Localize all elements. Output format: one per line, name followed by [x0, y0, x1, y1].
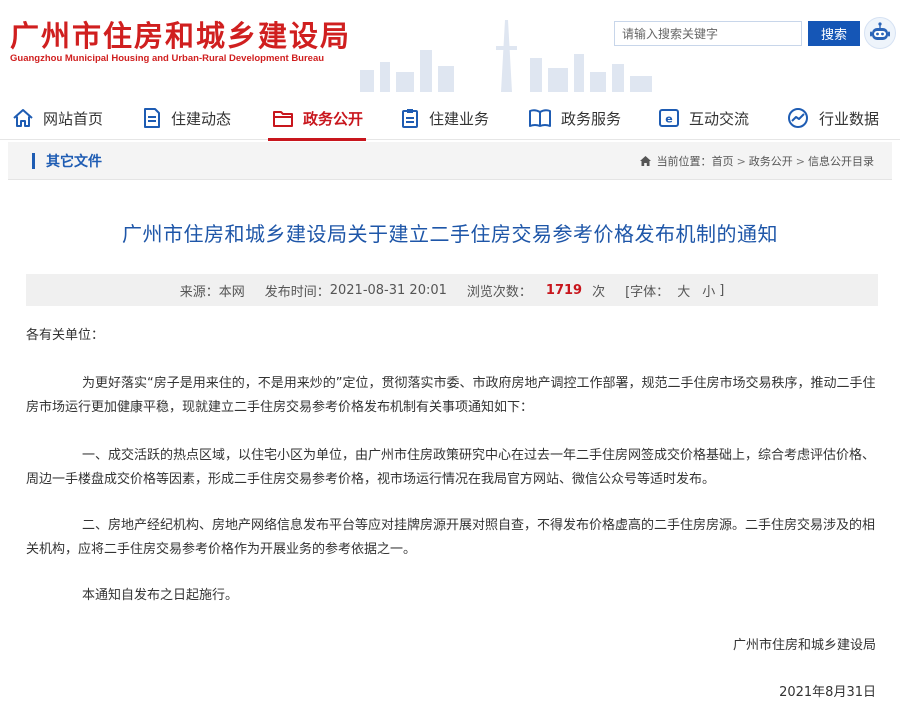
nav-item-label: 政务公开 — [303, 109, 364, 128]
font-size-bracket-close: ] — [719, 282, 725, 298]
meta-source-label: 来源： — [179, 284, 219, 300]
document-icon — [144, 108, 160, 128]
site-logo-title[interactable]: 广州市住房和城乡建设局 — [10, 13, 351, 55]
nav-item-services[interactable]: 政务服务 — [528, 96, 621, 140]
breadcrumb: 当前位置： 首页 > 政务公开 > 信息公开目录 — [639, 153, 874, 169]
breadcrumb-home-icon — [639, 156, 651, 166]
column-title-marker — [32, 153, 35, 169]
article-title: 广州市住房和城乡建设局关于建立二手住房交易参考价格发布机制的通知 — [122, 222, 778, 246]
nav-item-label: 政务服务 — [561, 109, 622, 128]
meta-views-unit: 次 — [592, 284, 606, 300]
folder-icon — [273, 111, 293, 127]
breadcrumb-link-info-catalog[interactable]: 信息公开目录 — [808, 153, 874, 169]
home-icon — [13, 109, 33, 127]
meta-source: 本网 — [218, 284, 245, 300]
article-date: 2021年8月31日 — [779, 685, 876, 700]
nav-item-interaction[interactable]: e 互动交流 — [658, 96, 749, 140]
meta-time-label: 发布时间： — [264, 284, 330, 300]
nav-item-label: 互动交流 — [689, 109, 750, 128]
article-paragraph: 一、成交活跃的热点区域，以住宅小区为单位，由广州市住房政策研究中心在过去一年二手… — [26, 448, 876, 487]
article-paragraph: 本通知自发布之日起施行。 — [82, 588, 239, 603]
article-salutation: 各有关单位： — [26, 328, 105, 343]
breadcrumb-prefix: 当前位置： — [656, 155, 712, 168]
main-nav: 网站首页 住建动态 政务公开 住建业务 政务服务 e 互动交流 行业数据 — [0, 96, 900, 141]
robot-assistant-icon[interactable] — [864, 17, 896, 49]
article-signature: 广州市住房和城乡建设局 — [732, 638, 876, 653]
site-logo-subtitle: Guangzhou Municipal Housing and Urban-Ru… — [10, 53, 325, 64]
nav-item-business[interactable]: 住建业务 — [400, 96, 489, 140]
chart-icon — [788, 108, 808, 128]
breadcrumb-link-government-affairs[interactable]: 政务公开 — [749, 153, 793, 169]
column-bar: 其它文件 当前位置： 首页 > 政务公开 > 信息公开目录 — [8, 142, 892, 180]
article-meta-bar: 来源： 本网 发布时间： 2021-08-31 20:01 浏览次数： 1719… — [26, 274, 878, 306]
meta-views-count: 1719 — [545, 282, 583, 298]
nav-item-label: 住建动态 — [171, 109, 232, 128]
nav-item-news[interactable]: 住建动态 — [142, 96, 231, 140]
nav-item-label: 行业数据 — [819, 109, 880, 128]
svg-text:e: e — [665, 113, 672, 126]
book-icon — [529, 109, 551, 127]
font-size-large-button[interactable]: 大 — [677, 281, 690, 300]
search-button[interactable]: 搜索 — [808, 21, 860, 46]
chat-icon: e — [659, 109, 679, 127]
nav-item-industry-data[interactable]: 行业数据 — [786, 96, 879, 140]
search-input[interactable] — [614, 21, 802, 46]
nav-item-home[interactable]: 网站首页 — [12, 96, 103, 140]
nav-item-government-affairs[interactable]: 政务公开 — [272, 96, 363, 140]
nav-active-indicator — [268, 138, 366, 141]
font-size-small-button[interactable]: 小 — [702, 281, 715, 300]
nav-item-label: 住建业务 — [429, 109, 490, 128]
article-paragraph: 为更好落实“房子是用来住的，不是用来炒的”定位，贯彻落实市委、市政府房地产调控工… — [26, 376, 876, 415]
article-paragraph: 二、房地产经纪机构、房地产网络信息发布平台等应对挂牌房源开展对照自查，不得发布价… — [26, 518, 876, 557]
breadcrumb-link-home[interactable]: 首页 — [712, 153, 734, 169]
nav-item-label: 网站首页 — [43, 109, 104, 128]
column-title: 其它文件 — [46, 154, 102, 170]
breadcrumb-separator: > — [795, 154, 805, 168]
breadcrumb-separator: > — [736, 154, 746, 168]
site-header: 广州市住房和城乡建设局 Guangzhou Municipal Housing … — [0, 0, 900, 92]
font-size-label: [字体： — [625, 284, 670, 300]
meta-views-label: 浏览次数： — [466, 284, 532, 300]
meta-time: 2021-08-31 20:01 — [329, 282, 447, 298]
clipboard-icon — [402, 109, 418, 128]
